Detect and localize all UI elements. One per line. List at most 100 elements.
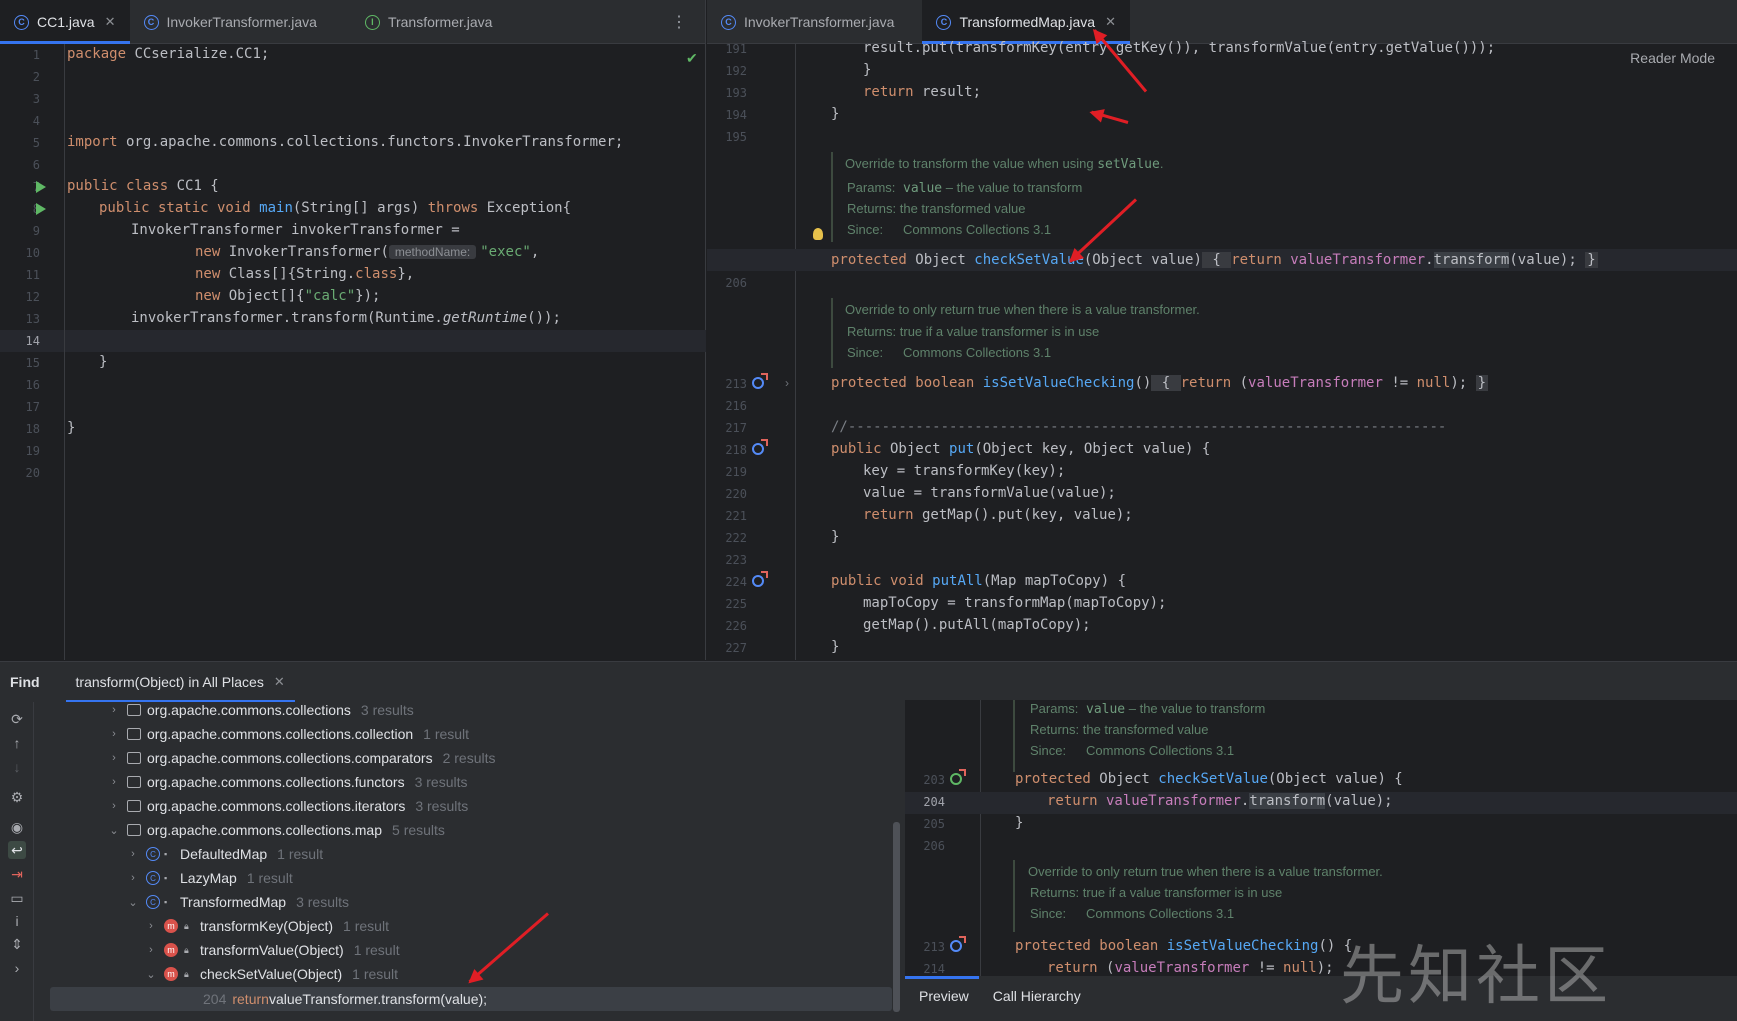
class-badge-icon: ▪ (164, 849, 168, 859)
chevron-down-icon: ⌄ (109, 824, 119, 837)
gutter-divider (795, 44, 796, 660)
doc-comment-bar (831, 298, 833, 368)
line-number: 20 (25, 466, 40, 480)
preview-eye-icon[interactable]: ◉ (8, 818, 26, 836)
doc-comment: Since: Commons Collections 3.1 (1030, 743, 1235, 758)
find-results-tab[interactable]: transform(Object) in All Places ✕ (65, 662, 295, 702)
tab-invokertransformer-java[interactable]: C InvokerTransformer.java (130, 0, 331, 44)
line-number: 219 (725, 465, 747, 479)
tab-cc1-java[interactable]: C CC1.java ✕ (0, 0, 130, 44)
code-line: public Object put(Object key, Object val… (831, 441, 1211, 457)
overrides-method-icon[interactable] (950, 936, 966, 952)
code-line: new InvokerTransformer(methodName: "exec"… (195, 244, 540, 260)
doc-comment: Since: Commons Collections 3.1 (847, 222, 1052, 237)
doc-comment: Returns: true if a value transformer is … (847, 324, 1100, 339)
code-line: return (valueTransformer != null); (1047, 960, 1334, 976)
tree-package[interactable]: › org.apache.commons.collections.functors… (107, 771, 467, 793)
current-line-highlight (0, 330, 706, 352)
code-line: return result; (863, 84, 982, 100)
code-line: key = transformKey(key); (863, 463, 1066, 479)
tree-package-expanded[interactable]: ⌄ org.apache.commons.collections.map 5 res… (107, 819, 445, 841)
more-icon[interactable]: › (8, 959, 26, 977)
code-line: getMap().putAll(mapToCopy); (863, 617, 1091, 633)
doc-comment-bar (1013, 860, 1015, 932)
doc-comment: Override to transform the value when usi… (845, 156, 1164, 172)
info-icon[interactable]: i (8, 912, 26, 930)
code-line: value = transformValue(value); (863, 485, 1116, 501)
line-number: 193 (725, 86, 747, 100)
rerun-icon[interactable]: ⟳ (8, 710, 26, 728)
implements-method-icon[interactable] (950, 769, 966, 785)
tree-class[interactable]: › C ▪ LazyMap 1 result (126, 867, 293, 889)
tree-package[interactable]: › org.apache.commons.collections 3 results (107, 699, 414, 721)
code-line: } (831, 639, 840, 655)
tree-package[interactable]: › org.apache.commons.collections.comparat… (107, 747, 495, 769)
code-line-checksetvalue: protected Object checkSetValue(Object va… (831, 252, 1598, 268)
run-main-icon[interactable] (36, 203, 46, 215)
line-number: 213 (725, 377, 747, 391)
tree-package[interactable]: › org.apache.commons.collections.iterator… (107, 795, 468, 817)
chevron-right-icon: › (112, 728, 116, 740)
overrides-method-icon[interactable] (752, 571, 768, 587)
left-editor: C CC1.java ✕ C InvokerTransformer.java I… (0, 0, 706, 660)
more-options-icon[interactable]: ⋮ (671, 12, 687, 32)
expand-collapse-icon[interactable]: ⇕ (8, 935, 26, 953)
doc-comment: Since: Commons Collections 3.1 (1030, 906, 1235, 921)
preview-source-icon[interactable]: ↩ (8, 841, 26, 859)
code-line: } (67, 420, 76, 436)
group-by-directory-icon[interactable]: ▭ (8, 889, 26, 907)
next-occurrence-icon[interactable]: ↓ (8, 758, 26, 776)
tree-package[interactable]: › org.apache.commons.collections.collecti… (107, 723, 469, 745)
doc-comment: Since: Commons Collections 3.1 (847, 345, 1052, 360)
chevron-right-icon: › (149, 944, 153, 956)
reader-mode-toggle[interactable]: Reader Mode (1630, 50, 1715, 66)
tab-preview[interactable]: Preview (905, 976, 979, 1004)
site-watermark: 先知社区 (1340, 940, 1612, 1014)
protected-lock-icon: 🔒︎ (184, 968, 189, 979)
fold-chevron-icon[interactable]: › (785, 376, 789, 390)
doc-comment: Returns: the transformed value (847, 201, 1026, 216)
results-scrollbar[interactable] (893, 822, 900, 1012)
code-line: return getMap().put(key, value); (863, 507, 1133, 523)
settings-icon[interactable]: ⚙ (8, 788, 26, 806)
line-number: 12 (25, 290, 40, 304)
code-comment: //--------------------------------------… (831, 419, 1447, 435)
package-icon (127, 824, 141, 836)
line-number: 225 (725, 597, 747, 611)
tree-class[interactable]: › C ▪ DefaultedMap 1 result (126, 843, 323, 865)
tab-invokertransformer-java[interactable]: C InvokerTransformer.java (707, 0, 922, 44)
tree-method-expanded[interactable]: ⌄ m 🔒︎ checkSetValue(Object) 1 result (144, 963, 398, 985)
code-line: import org.apache.commons.collections.fu… (67, 134, 624, 150)
code-line: } (1015, 815, 1024, 831)
line-number: 217 (725, 421, 747, 435)
overrides-method-icon[interactable] (752, 439, 768, 455)
tree-usage-result[interactable]: 204 return valueTransformer. transform (val… (203, 988, 487, 1010)
close-icon[interactable]: ✕ (1105, 14, 1116, 30)
tab-call-hierarchy[interactable]: Call Hierarchy (993, 988, 1081, 1004)
line-number: 19 (25, 444, 40, 458)
line-number: 17 (25, 400, 40, 414)
tab-transformer-java[interactable]: I Transformer.java (351, 0, 507, 44)
java-class-icon: C (143, 14, 159, 30)
close-icon[interactable]: ✕ (105, 14, 116, 30)
close-icon[interactable]: ✕ (274, 674, 285, 690)
gutter-divider (980, 700, 981, 976)
protected-lock-icon: 🔒︎ (184, 920, 189, 931)
intention-bulb-icon[interactable] (813, 228, 823, 240)
code-line: } (99, 354, 108, 370)
class-badge-icon: ▪ (164, 873, 168, 883)
navigate-icon[interactable]: ⇥ (8, 865, 26, 883)
line-number: 5 (32, 136, 40, 150)
java-interface-icon: I (364, 14, 380, 30)
tree-class-expanded[interactable]: ⌄ C ▪ TransformedMap 3 results (126, 891, 349, 913)
code-line: } (831, 529, 840, 545)
line-number: 13 (25, 312, 40, 326)
run-class-icon[interactable] (36, 181, 46, 193)
tree-method[interactable]: › m 🔒︎ transformValue(Object) 1 result (144, 939, 399, 961)
line-number: 194 (725, 108, 747, 122)
tree-method[interactable]: › m 🔒︎ transformKey(Object) 1 result (144, 915, 389, 937)
overrides-method-icon[interactable] (752, 373, 768, 389)
java-class-icon: C (721, 14, 736, 30)
previous-occurrence-icon[interactable]: ↑ (8, 734, 26, 752)
code-line: public void putAll(Map mapToCopy) { (831, 573, 1127, 589)
